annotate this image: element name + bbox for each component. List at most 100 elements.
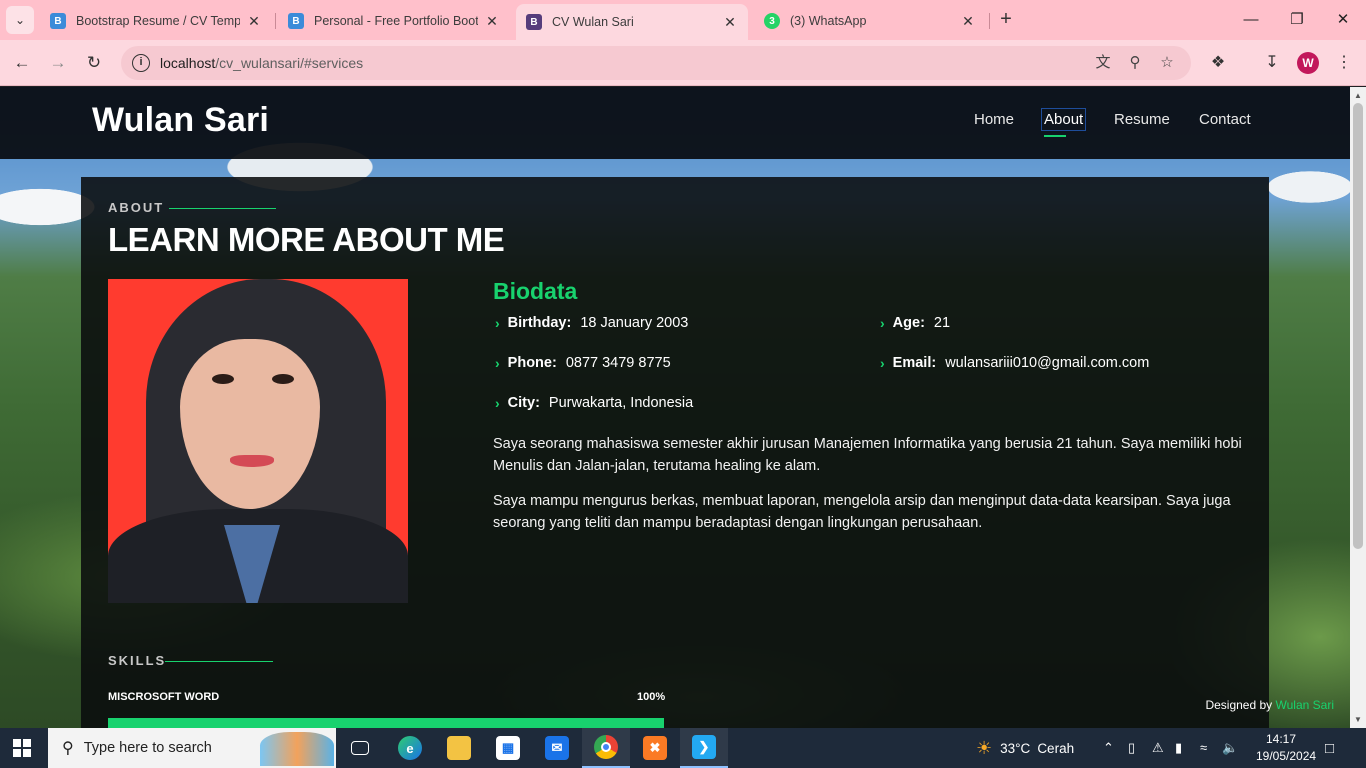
scrollbar-thumb[interactable] [1353,103,1363,549]
page-scrollbar[interactable]: ▲ ▼ [1350,87,1366,728]
translate-icon[interactable]: 文 [1093,53,1113,73]
sun-cloud-icon: ☀ [976,737,993,758]
browser-tab-strip: ⌄ B Bootstrap Resume / CV Templat ✕ B Pe… [0,0,1366,40]
taskbar-store[interactable]: ▦ [484,728,532,768]
windows-start-icon[interactable] [13,739,31,757]
taskbar-search-box[interactable]: ⚲ Type here to search [48,728,336,768]
zoom-icon[interactable]: ⚲ [1125,53,1145,73]
browser-tab-active[interactable]: B CV Wulan Sari ✕ [516,4,748,40]
site-info-icon[interactable]: i [132,54,150,72]
task-view-button[interactable] [336,728,384,768]
address-bar[interactable]: i localhost/cv_wulansari/#services 文 ⚲ ☆ [121,46,1191,80]
fact-age: › Age: 21 [880,315,951,331]
close-icon[interactable]: ✕ [960,13,976,30]
back-button[interactable]: ← [9,50,35,76]
browser-tab[interactable]: B Bootstrap Resume / CV Templat ✕ [40,4,272,38]
bootstrap-icon: B [50,13,66,29]
site-header: Wulan Sari Home About Resume Contact [0,87,1350,159]
about-section: ABOUT LEARN MORE ABOUT ME Biodata › Birt… [81,177,1269,728]
taskbar-mail[interactable]: ✉ [533,728,581,768]
chevron-up-icon[interactable]: ⌃ [1103,740,1114,756]
plus-icon: + [1000,8,1012,30]
vscode-icon: ❯ [692,735,716,759]
menu-kebab-icon[interactable]: ⋮ [1333,52,1355,74]
nav-home[interactable]: Home [974,111,1014,128]
reload-button[interactable]: ↻ [81,50,107,76]
nav-resume[interactable]: Resume [1114,111,1170,128]
designer-link[interactable]: Wulan Sari [1276,698,1334,712]
arrow-right-icon: → [49,53,67,72]
bootstrap-icon: B [288,13,304,29]
browser-toolbar: ← → ↻ i localhost/cv_wulansari/#services… [0,40,1366,86]
restore-button[interactable]: ❐ [1285,8,1309,32]
taskbar-xampp[interactable]: ✖ [631,728,679,768]
xampp-icon: ✖ [643,736,667,760]
taskbar-edge[interactable]: e [386,728,434,768]
weather-widget[interactable]: ☀ 33°C Cerah [976,728,1074,768]
bootstrap-b-icon: B [526,14,542,30]
section-label-line [169,208,276,209]
minimize-button[interactable]: — [1239,8,1263,32]
skill-name: MISCROSOFT WORD [108,691,220,703]
fact-phone: › Phone: 0877 3479 8775 [495,355,671,371]
browser-tab[interactable]: 3 (3) WhatsApp ✕ [754,4,986,38]
address-url[interactable]: localhost/cv_wulansari/#services [160,55,363,71]
chevron-right-icon: › [880,315,885,331]
chevron-right-icon: › [880,355,885,371]
profile-photo [108,279,408,603]
fact-city: › City: Purwakarta, Indonesia [495,395,694,411]
fact-birthday: › Birthday: 18 January 2003 [495,315,689,331]
search-highlight-image [260,732,334,766]
file-explorer-icon [447,736,471,760]
close-icon[interactable]: ✕ [484,13,500,30]
taskbar-chrome[interactable] [582,728,630,768]
arrow-left-icon: ← [13,53,31,72]
browser-tab[interactable]: B Personal - Free Portfolio Bootst ✕ [278,4,510,38]
profile-avatar[interactable]: W [1297,52,1319,74]
close-icon[interactable]: ✕ [246,13,262,30]
biodata-title: Biodata [493,278,578,304]
extensions-icon[interactable]: ❖ [1207,52,1229,74]
security-alert-icon[interactable]: ⚠ [1152,740,1164,756]
new-tab-button[interactable]: + [994,8,1018,32]
taskbar-clock[interactable]: 14:17 19/05/2024 [1256,731,1316,765]
microsoft-store-icon: ▦ [496,736,520,760]
chevron-right-icon: › [495,315,500,331]
tab-search-button[interactable]: ⌄ [6,6,34,34]
close-window-button[interactable]: ✕ [1331,8,1355,32]
taskbar-vscode[interactable]: ❯ [680,728,728,768]
chrome-icon [594,735,618,759]
site-brand[interactable]: Wulan Sari [92,101,269,140]
close-icon[interactable]: ✕ [722,14,738,31]
scroll-down-arrow-icon[interactable]: ▼ [1354,715,1362,724]
bookmark-star-icon[interactable]: ☆ [1157,53,1177,73]
battery-icon[interactable]: ▮ [1175,740,1182,756]
chevron-right-icon: › [495,355,500,371]
download-icon[interactable]: ↧ [1261,52,1283,74]
fact-email: › Email: wulansariii010@gmail.com.com [880,355,1150,371]
nav-about[interactable]: About [1041,108,1087,131]
forward-button[interactable]: → [45,50,71,76]
minimize-icon: — [1243,11,1259,28]
skill-progress-fill [108,718,664,728]
notifications-icon[interactable]: □ [1325,740,1334,757]
volume-icon[interactable]: 🔈 [1222,740,1238,756]
nav-active-underline [1044,135,1066,137]
reload-icon: ↻ [86,53,102,72]
restore-icon: ❐ [1290,11,1304,28]
device-icon[interactable]: ▯ [1128,740,1135,756]
chevron-right-icon: › [495,395,500,411]
section-label-line [165,661,273,662]
scroll-up-arrow-icon[interactable]: ▲ [1354,91,1362,100]
section-title: LEARN MORE ABOUT ME [108,221,505,258]
windows-taskbar: ⚲ Type here to search e ▦ ✉ ✖ ❯ ☀ 33°C C… [0,728,1366,768]
section-label-about: ABOUT [108,200,165,215]
tab-divider [275,13,276,29]
chevron-down-icon: ⌄ [14,13,26,27]
close-icon: ✕ [1336,11,1350,28]
nav-contact[interactable]: Contact [1199,111,1251,128]
taskbar-file-explorer[interactable] [435,728,483,768]
mail-icon: ✉ [545,736,569,760]
wifi-icon[interactable]: ≈ [1200,740,1207,755]
whatsapp-icon: 3 [764,13,780,29]
